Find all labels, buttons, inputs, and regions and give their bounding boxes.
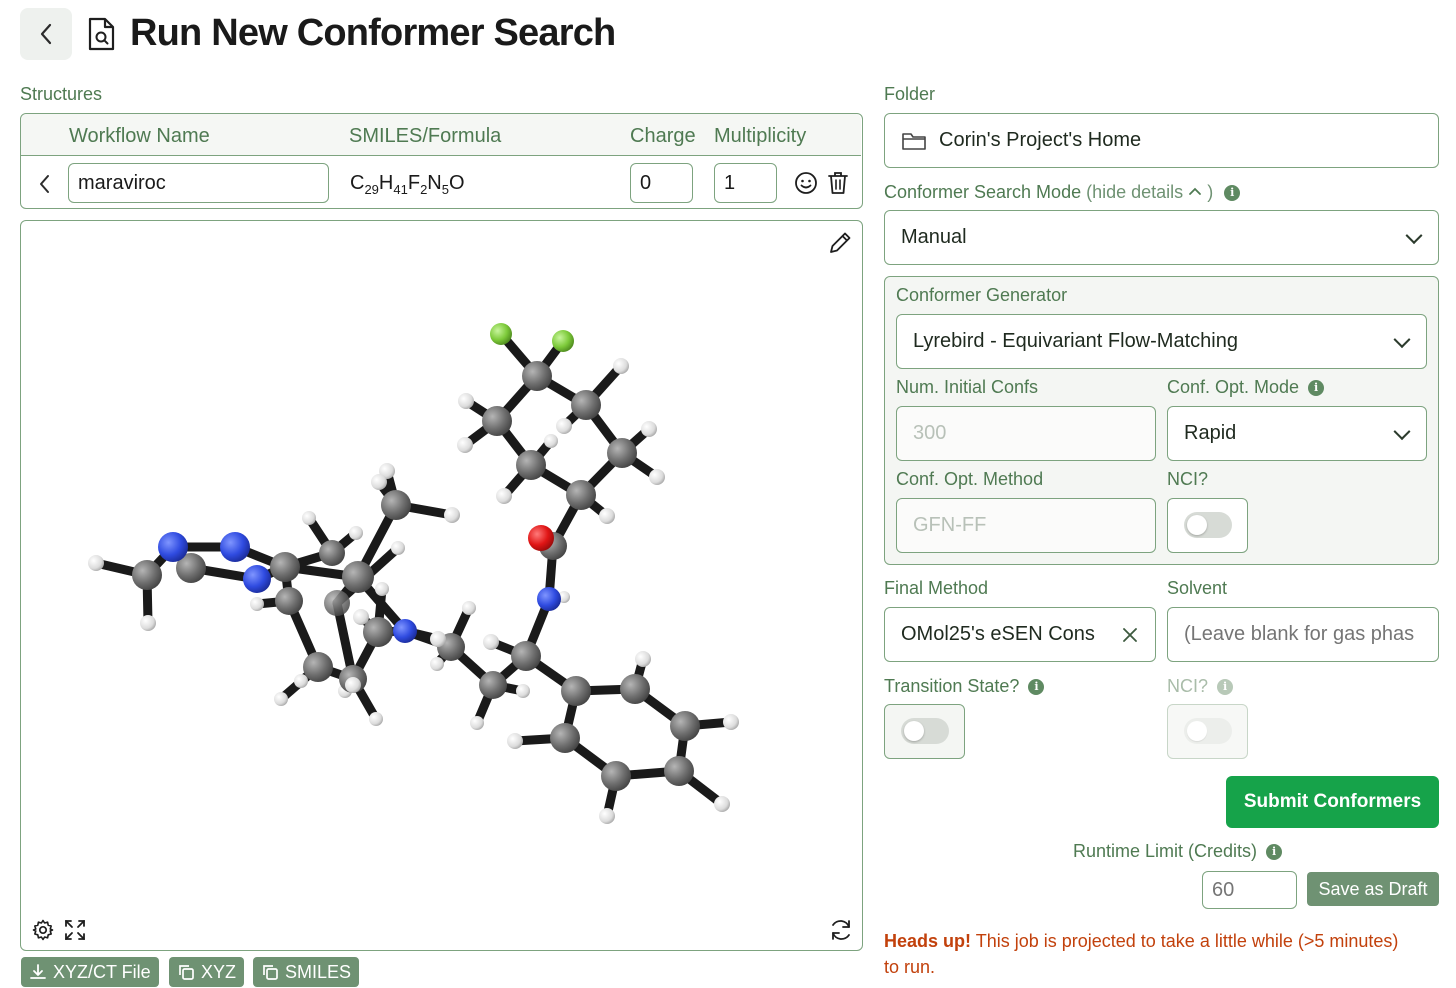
copy-smiles-button[interactable]: SMILES	[253, 957, 360, 987]
info-icon[interactable]: i	[1266, 844, 1283, 861]
runtime-label-row: Runtime Limit (Credits) i	[1073, 841, 1283, 862]
formula-text: C29H41F2N5O	[350, 172, 465, 197]
ts-toggle-box	[884, 704, 965, 759]
file-search-icon	[88, 17, 115, 51]
save-draft-button[interactable]: Save as Draft	[1307, 872, 1439, 906]
download-icon	[30, 964, 46, 979]
mode-value: Manual	[901, 226, 967, 248]
runtime-warning: Heads up! This job is projected to take …	[884, 931, 1399, 977]
multiplicity-input[interactable]	[714, 163, 777, 203]
generator-label: Conformer Generator	[896, 285, 1068, 305]
folder-label: Folder	[884, 84, 936, 104]
chevron-down-icon	[1393, 330, 1411, 348]
opt-mode-label-row: Conf. Opt. Mode i	[1167, 377, 1325, 398]
col-charge: Charge	[630, 125, 696, 147]
num-confs-input[interactable]: 300	[896, 406, 1156, 461]
nci-label: NCI?	[1167, 469, 1209, 489]
copy-icon	[263, 965, 278, 980]
col-multiplicity: Multiplicity	[714, 125, 807, 147]
ts-toggle[interactable]	[901, 718, 949, 744]
opt-mode-select[interactable]: Rapid	[1167, 406, 1427, 461]
refresh-icon[interactable]	[828, 917, 854, 943]
col-smiles-formula: SMILES/Formula	[349, 125, 502, 147]
solvent-label: Solvent	[1167, 578, 1228, 598]
info-icon: i	[1217, 679, 1234, 696]
folder-select[interactable]: Corin's Project's Home	[884, 113, 1439, 168]
folder-value: Corin's Project's Home	[939, 129, 1142, 151]
final-method-label: Final Method	[884, 578, 989, 598]
structures-table: Workflow Name SMILES/Formula Charge Mult…	[20, 113, 863, 209]
mode-label: Conformer Search Mode	[884, 182, 1082, 202]
info-icon[interactable]: i	[1224, 185, 1241, 202]
settings-gear-icon[interactable]	[31, 918, 55, 942]
workflow-name-input[interactable]	[68, 163, 329, 203]
final-nci-toggle-box	[1167, 704, 1248, 759]
solvent-input[interactable]	[1167, 607, 1439, 662]
col-workflow-name: Workflow Name	[69, 125, 210, 147]
structures-label: Structures	[20, 84, 103, 104]
generator-value: Lyrebird - Equivariant Flow-Matching	[913, 330, 1238, 352]
folder-icon	[902, 132, 926, 150]
opt-method-label: Conf. Opt. Method	[896, 469, 1044, 489]
info-icon[interactable]: i	[1028, 679, 1045, 696]
ts-label-row: Transition State? i	[884, 676, 1045, 697]
copy-xyz-button[interactable]: XYZ	[169, 957, 245, 987]
chevron-left-icon	[40, 23, 52, 45]
fullscreen-icon[interactable]	[63, 918, 87, 942]
mode-label-row: Conformer Search Mode (hide details ) i	[884, 182, 1241, 203]
info-icon[interactable]: i	[1308, 380, 1325, 397]
collapse-row-icon[interactable]	[35, 172, 55, 196]
smiley-icon[interactable]	[794, 171, 818, 195]
hide-details-toggle[interactable]: (hide details )	[1086, 182, 1218, 202]
page-title: Run New Conformer Search	[130, 12, 616, 54]
final-method-value: OMol25's eSEN Cons	[901, 623, 1095, 645]
trash-icon[interactable]	[826, 170, 850, 196]
mode-select[interactable]: Manual	[884, 210, 1439, 265]
submit-conformers-button[interactable]: Submit Conformers	[1226, 776, 1439, 828]
chevron-down-icon	[1393, 422, 1411, 440]
molecule-viewer[interactable]	[20, 220, 863, 951]
num-confs-label: Num. Initial Confs	[896, 377, 1039, 397]
nci-toggle-box	[1167, 498, 1248, 553]
copy-icon	[179, 965, 194, 980]
final-nci-label-row: NCI? i	[1167, 676, 1234, 697]
chevron-down-icon	[1405, 226, 1423, 244]
clear-icon[interactable]	[1121, 626, 1139, 644]
chevron-up-icon	[1189, 187, 1202, 195]
back-button[interactable]	[20, 8, 72, 60]
generator-select[interactable]: Lyrebird - Equivariant Flow-Matching	[896, 314, 1427, 369]
final-method-select[interactable]: OMol25's eSEN Cons	[884, 607, 1156, 662]
nci-toggle[interactable]	[1184, 512, 1232, 538]
molecule-3d-render	[88, 323, 739, 824]
runtime-limit-input[interactable]	[1202, 871, 1297, 909]
final-nci-toggle	[1184, 718, 1232, 744]
download-xyz-ct-button[interactable]: XYZ/CT File	[21, 957, 159, 987]
charge-input[interactable]	[630, 163, 693, 203]
opt-method-input[interactable]: GFN-FF	[896, 498, 1156, 553]
